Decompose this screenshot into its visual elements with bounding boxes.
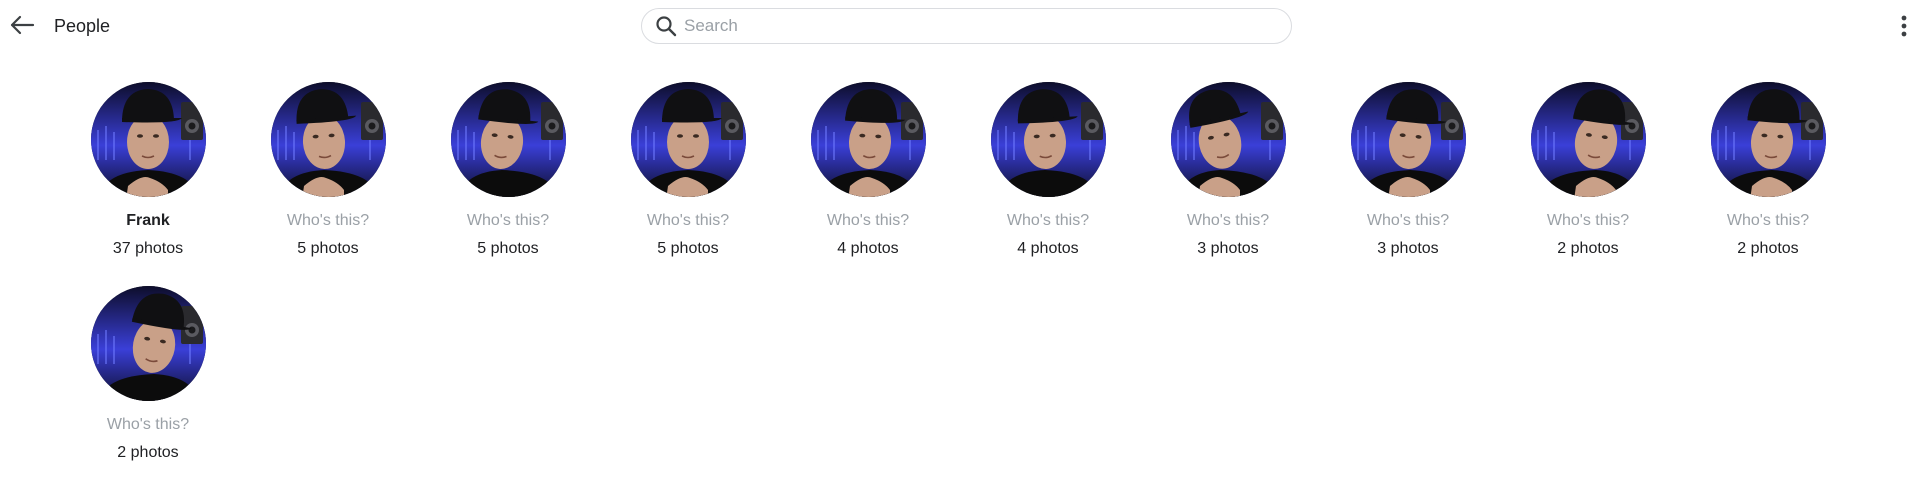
arrow-left-icon [10, 15, 35, 35]
person-avatar[interactable] [270, 82, 386, 197]
portrait-image [630, 82, 746, 197]
photo-count: 5 photos [297, 240, 359, 257]
portrait-image [990, 82, 1106, 197]
person-avatar[interactable] [990, 82, 1106, 197]
people-grid: Frank 37 photos Who's this? 5 photos Who… [58, 82, 1858, 490]
person-name[interactable]: Who's this? [107, 415, 189, 435]
person-name[interactable]: Who's this? [1187, 211, 1269, 231]
more-vert-icon [1901, 15, 1907, 37]
photo-count: 3 photos [1377, 240, 1439, 257]
portrait-image [450, 82, 566, 197]
person-card[interactable]: Who's this? 3 photos [1138, 82, 1318, 286]
person-card[interactable]: Who's this? 2 photos [1498, 82, 1678, 286]
portrait-image [1530, 82, 1646, 197]
person-name[interactable]: Who's this? [1727, 211, 1809, 231]
portrait-image [90, 286, 206, 401]
person-name[interactable]: Who's this? [827, 211, 909, 231]
person-avatar[interactable] [1530, 82, 1646, 197]
person-card[interactable]: Who's this? 5 photos [598, 82, 778, 286]
person-avatar[interactable] [90, 82, 206, 197]
portrait-image [1710, 82, 1826, 197]
photo-count: 4 photos [1017, 240, 1079, 257]
person-name[interactable]: Who's this? [287, 211, 369, 231]
search-input[interactable] [684, 16, 1264, 36]
person-name[interactable]: Who's this? [1547, 211, 1629, 231]
person-name[interactable]: Who's this? [1007, 211, 1089, 231]
photo-count: 4 photos [837, 240, 899, 257]
top-bar: People [0, 0, 1920, 54]
photo-count: 3 photos [1197, 240, 1259, 257]
person-card[interactable]: Who's this? 5 photos [238, 82, 418, 286]
search-bar[interactable] [641, 8, 1292, 44]
person-avatar[interactable] [450, 82, 566, 197]
photo-count: 5 photos [657, 240, 719, 257]
person-avatar[interactable] [90, 286, 206, 401]
person-card[interactable]: Frank 37 photos [58, 82, 238, 286]
person-name[interactable]: Who's this? [647, 211, 729, 231]
person-name[interactable]: Frank [126, 211, 170, 231]
person-card[interactable]: Who's this? 5 photos [418, 82, 598, 286]
person-card[interactable]: Who's this? 4 photos [958, 82, 1138, 286]
person-avatar[interactable] [1170, 82, 1286, 197]
person-name[interactable]: Who's this? [1367, 211, 1449, 231]
person-avatar[interactable] [1350, 82, 1466, 197]
person-avatar[interactable] [810, 82, 926, 197]
search-icon [655, 15, 677, 37]
portrait-image [270, 82, 386, 197]
more-options-button[interactable] [1892, 12, 1916, 40]
person-card[interactable]: Who's this? 4 photos [778, 82, 958, 286]
back-button[interactable] [6, 9, 38, 41]
photo-count: 2 photos [1737, 240, 1799, 257]
person-card[interactable]: Who's this? 3 photos [1318, 82, 1498, 286]
portrait-image [1350, 82, 1466, 197]
person-avatar[interactable] [1710, 82, 1826, 197]
photo-count: 37 photos [112, 240, 184, 257]
photo-count: 5 photos [477, 240, 539, 257]
person-card[interactable]: Who's this? 2 photos [58, 286, 238, 490]
portrait-image [90, 82, 206, 197]
photo-count: 2 photos [1557, 240, 1619, 257]
photo-count: 2 photos [117, 444, 179, 461]
portrait-image [1170, 82, 1286, 197]
portrait-image [810, 82, 926, 197]
person-card[interactable]: Who's this? 2 photos [1678, 82, 1858, 286]
page-title: People [54, 16, 111, 36]
person-avatar[interactable] [630, 82, 746, 197]
person-name[interactable]: Who's this? [467, 211, 549, 231]
